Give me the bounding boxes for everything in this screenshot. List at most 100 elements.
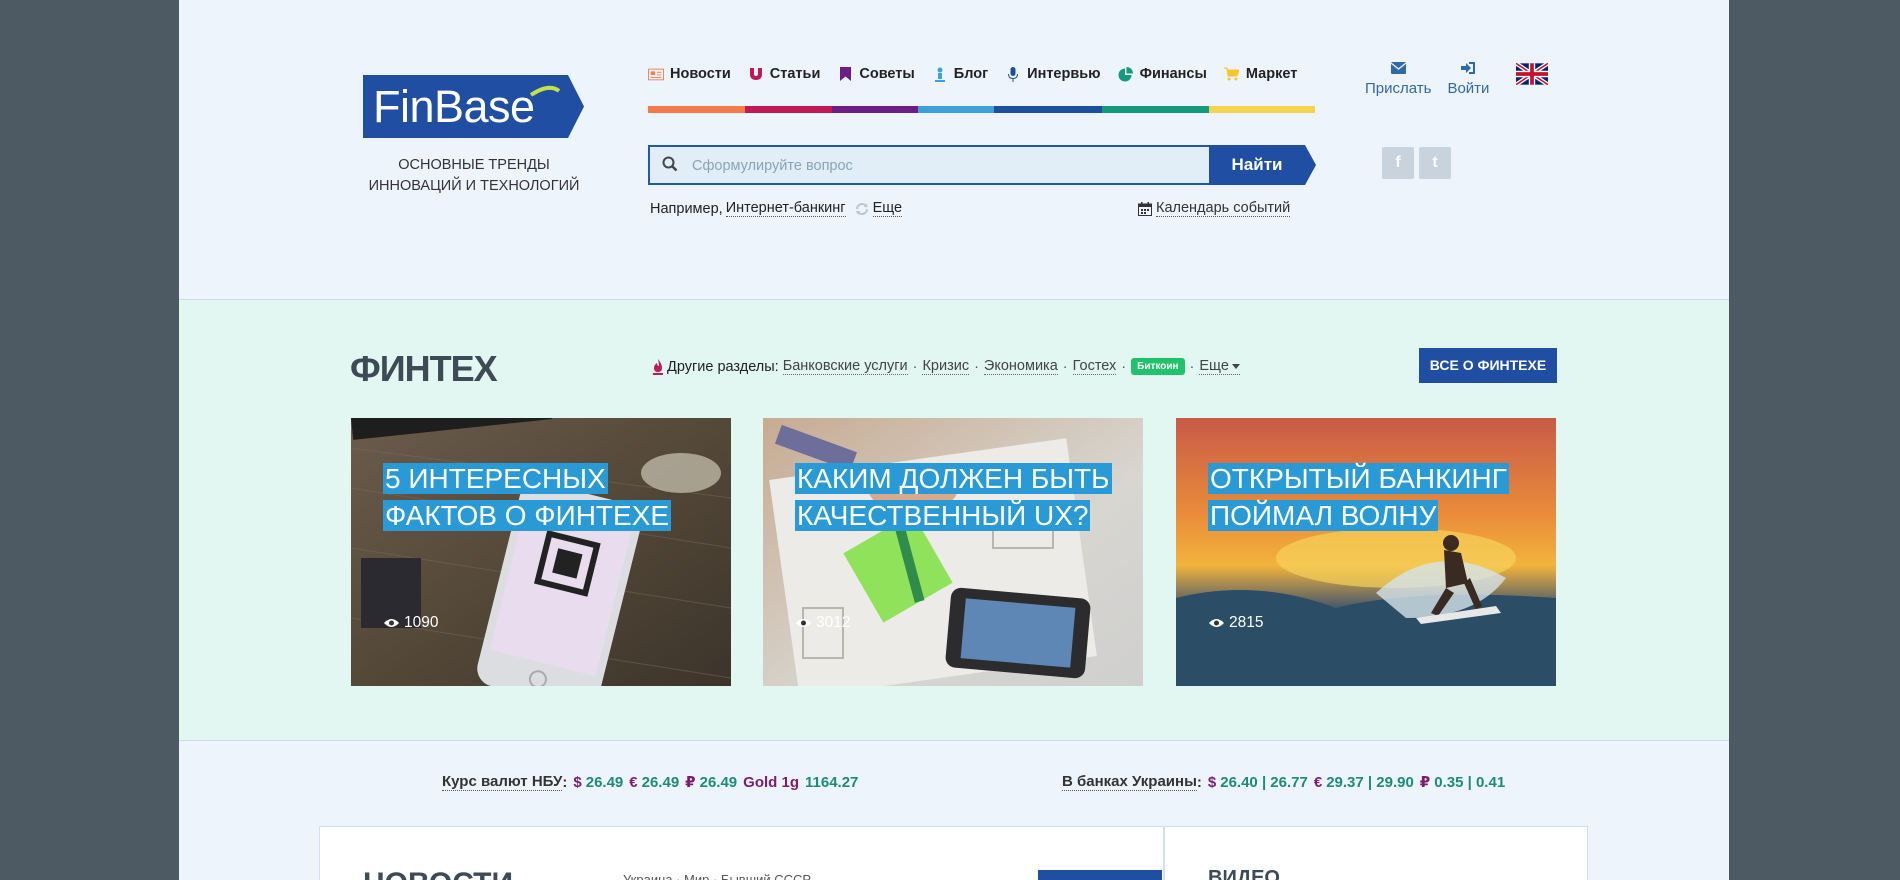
separator: · xyxy=(912,358,918,375)
nbu-eur: 26.49 xyxy=(641,773,680,791)
card-title: Каким должен быть качественный UX? xyxy=(795,463,1112,531)
banks-usd: 26.40 | 26.77 xyxy=(1220,773,1308,791)
card-image xyxy=(351,418,731,686)
news-tabs[interactable]: Украина · Мир · Бывший СССР xyxy=(623,872,811,880)
nav-finance[interactable]: Финансы xyxy=(1118,64,1207,84)
facebook-icon[interactable]: f xyxy=(1382,147,1414,179)
more-sections-dropdown[interactable]: Еще xyxy=(1199,358,1240,375)
section-link-govtech[interactable]: Гостех xyxy=(1072,358,1117,375)
calendar-icon xyxy=(1138,201,1152,216)
search-box xyxy=(648,145,1209,185)
color-segment xyxy=(1209,106,1315,113)
section-link-economy[interactable]: Экономика xyxy=(983,358,1058,375)
twitter-icon[interactable]: t xyxy=(1419,147,1451,179)
all-fintech-button[interactable]: ВСЕ О ФИНТЕХЕ xyxy=(1419,348,1557,383)
search-form: Найти xyxy=(648,145,1316,185)
sign-in-icon xyxy=(1461,62,1476,74)
nav-interview[interactable]: Интервью xyxy=(1005,64,1101,84)
social-links: f t xyxy=(1382,147,1451,179)
nav-market[interactable]: Маркет xyxy=(1224,64,1297,84)
news-title: НОВОСТИ xyxy=(363,867,513,880)
flame-icon xyxy=(653,358,663,375)
article-card[interactable]: Каким должен быть качественный UX? 3012 xyxy=(763,418,1143,686)
nav-news-label: Новости xyxy=(670,66,731,82)
finbase-logo[interactable]: FinBase xyxy=(363,75,584,138)
color-segment xyxy=(832,106,918,113)
site-header: FinBase ОСНОВНЫЕ ТРЕНДЫ ИННОВАЦИЙ И ТЕХН… xyxy=(179,0,1729,300)
example-link[interactable]: Интернет-банкинг xyxy=(725,200,846,217)
section-link-crisis[interactable]: Кризис xyxy=(922,358,970,375)
search-button-label: Найти xyxy=(1231,155,1283,174)
login-label: Войти xyxy=(1447,80,1490,97)
more-examples-link[interactable]: Еще xyxy=(872,200,903,217)
tagline-line-2: ИННОВАЦИЙ И ТЕХНОЛОГИЙ xyxy=(368,178,580,194)
color-segment xyxy=(745,106,832,113)
nav-tips-label: Советы xyxy=(859,66,915,82)
banks-rub: 0.35 | 0.41 xyxy=(1434,773,1506,791)
euro-icon: € xyxy=(629,773,638,791)
nav-color-bar xyxy=(648,106,1315,113)
colon: : xyxy=(562,773,568,791)
nav-finance-label: Финансы xyxy=(1139,66,1207,82)
nav-interview-label: Интервью xyxy=(1027,66,1101,82)
nbu-rub: 26.49 xyxy=(699,773,738,791)
video-title: ВИДЕО xyxy=(1208,867,1280,880)
send-label: Прислать xyxy=(1365,80,1432,97)
video-panel: ВИДЕО xyxy=(1164,826,1588,880)
dollar-icon: $ xyxy=(1207,773,1217,791)
microphone-icon xyxy=(1005,66,1021,82)
pie-chart-icon xyxy=(1118,66,1134,82)
nav-blog-label: Блог xyxy=(953,66,989,82)
examples-prefix: Например, xyxy=(650,200,723,217)
news-button[interactable] xyxy=(1038,870,1162,880)
color-segment xyxy=(648,106,745,113)
caret-down-icon xyxy=(1231,363,1240,369)
card-title: Открытый банкинг поймал волну xyxy=(1208,463,1509,531)
dollar-icon: $ xyxy=(573,773,582,791)
nav-articles-label: Статьи xyxy=(769,66,821,82)
uk-flag-icon[interactable] xyxy=(1514,61,1550,90)
login-button[interactable]: Войти xyxy=(1447,62,1489,97)
nav-blog[interactable]: Блог xyxy=(932,64,988,84)
view-count: 2815 xyxy=(1209,614,1263,632)
newspaper-icon xyxy=(648,66,664,82)
search-button[interactable]: Найти xyxy=(1209,145,1316,185)
envelope-icon xyxy=(1390,62,1406,74)
search-examples: Например, Интернет-банкинг Еще xyxy=(650,200,903,217)
bookmark-icon xyxy=(837,66,853,82)
cart-icon xyxy=(1224,66,1240,82)
gold-value: 1164.27 xyxy=(805,773,859,791)
section-title: ФИНТЕХ xyxy=(350,348,498,389)
nbu-rates-link[interactable]: Курс валют НБУ xyxy=(442,773,563,791)
more-sections-label: Еще xyxy=(1199,358,1229,374)
page: FinBase ОСНОВНЫЕ ТРЕНДЫ ИННОВАЦИЙ И ТЕХН… xyxy=(179,0,1729,880)
eye-icon xyxy=(796,619,811,627)
nav-articles[interactable]: Статьи xyxy=(748,64,821,84)
search-input[interactable] xyxy=(692,155,1192,177)
article-card[interactable]: 5 интересных фактов о финтехе 1090 xyxy=(351,418,731,686)
tagline-line-1: ОСНОВНЫЕ ТРЕНДЫ xyxy=(398,157,550,173)
article-card[interactable]: Открытый банкинг поймал волну 2815 xyxy=(1176,418,1556,686)
color-segment xyxy=(994,106,1102,113)
nbu-rates: Курс валют НБУ : $ 26.49 € 26.49 ₽ 26.49… xyxy=(442,773,858,791)
magnet-icon xyxy=(748,66,764,82)
person-icon xyxy=(932,66,948,82)
separator: · xyxy=(1121,358,1127,375)
nav-tips[interactable]: Советы xyxy=(837,64,915,84)
bank-rates-link[interactable]: В банках Украины xyxy=(1062,773,1197,791)
logo-text: FinBase xyxy=(373,81,535,132)
eye-icon xyxy=(1209,619,1224,627)
nav-news[interactable]: Новости xyxy=(648,64,731,84)
card-image xyxy=(1176,418,1556,686)
calendar-link[interactable]: Календарь событий xyxy=(1138,200,1291,217)
bitcoin-badge[interactable]: Биткоин xyxy=(1131,358,1185,375)
other-sections: Другие разделы: Банковские услуги · Криз… xyxy=(653,358,1240,375)
view-count: 3012 xyxy=(796,614,850,632)
search-icon xyxy=(662,156,678,177)
section-link-banking[interactable]: Банковские услуги xyxy=(782,358,908,375)
user-links: Прислать Войти xyxy=(1365,62,1505,97)
nbu-usd: 26.49 xyxy=(585,773,624,791)
other-sections-label: Другие разделы: xyxy=(667,358,779,375)
send-button[interactable]: Прислать xyxy=(1365,62,1431,97)
euro-icon: € xyxy=(1313,773,1323,791)
